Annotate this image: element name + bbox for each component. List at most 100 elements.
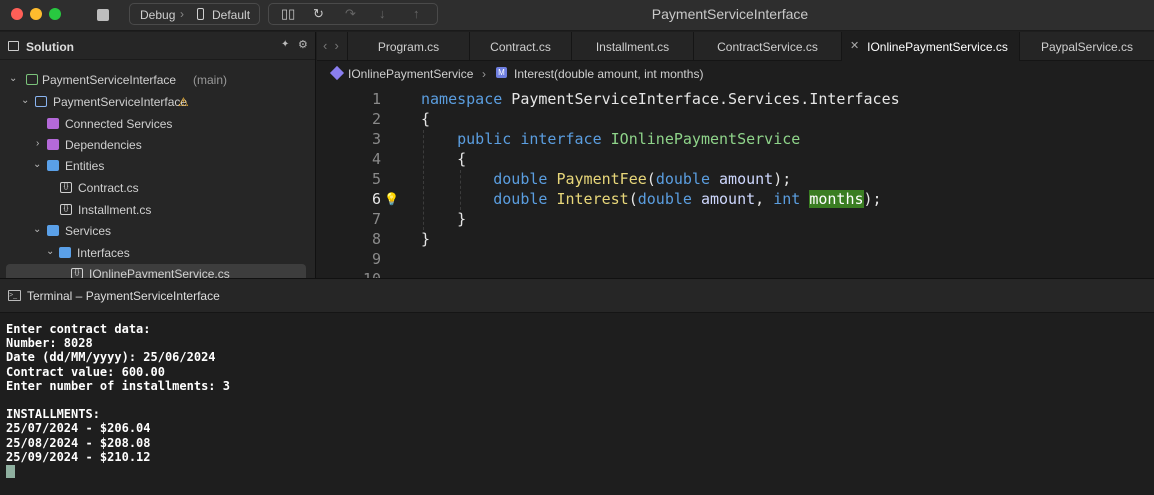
line-number: 2 — [371, 110, 381, 128]
terminal-line: Enter number of installments: 3 — [6, 378, 230, 393]
pause-icon[interactable]: ▯▯ — [281, 6, 295, 22]
close-window-button[interactable] — [11, 8, 23, 20]
chevron-down-icon[interactable]: ⌄ — [33, 159, 41, 170]
project-icon — [35, 96, 47, 107]
line-number: 3 — [371, 130, 381, 148]
tree-item-ionlinepaymentservice-cs[interactable]: {} IOnlinePaymentService.cs — [0, 264, 315, 278]
tab-label: Program.cs — [377, 40, 440, 54]
tree-item-label: IOnlinePaymentService.cs — [89, 267, 230, 278]
breadcrumb-member[interactable]: Interest(double amount, int months) — [514, 67, 703, 81]
terminal-line: Enter contract data: — [6, 322, 151, 336]
tree-item-interfaces[interactable]: ⌄ Interfaces — [0, 243, 315, 264]
terminal-line: 25/09/2024 - $210.12 — [6, 449, 151, 464]
tree-item-contract-cs[interactable]: {} Contract.cs — [0, 178, 315, 199]
line-number: 1 — [371, 90, 381, 108]
tab-ionlinepaymentservice-cs[interactable]: ✕ IOnlinePaymentService.cs — [841, 32, 1019, 61]
line-number: 5 — [371, 170, 381, 188]
chevron-down-icon[interactable]: ⌄ — [46, 246, 54, 257]
tree-item-connected-services[interactable]: Connected Services — [0, 114, 315, 135]
line-number: 8 — [371, 230, 381, 248]
csharp-file-icon: {} — [71, 268, 83, 278]
line-number: 9 — [371, 250, 381, 268]
tree-item-services[interactable]: ⌄ Services — [0, 221, 315, 242]
code-line: namespace PaymentServiceInterface.Servic… — [421, 90, 900, 108]
terminal-icon: >_ — [8, 290, 21, 301]
pin-icon[interactable]: ✦ — [281, 39, 289, 50]
stop-icon[interactable] — [97, 9, 109, 21]
editor-pane: ‹ › Program.cs Contract.cs Installment.c… — [317, 32, 1154, 278]
tab-label: ContractService.cs — [717, 40, 818, 54]
solution-icon — [8, 41, 19, 51]
tree-item-project[interactable]: ⌄ PaymentServiceInterface ⚠ — [0, 92, 315, 113]
tab-paypalservice-cs[interactable]: PaypalService.cs — [1019, 32, 1154, 61]
tree-item-installment-cs[interactable]: {} Installment.cs — [0, 200, 315, 221]
terminal-line: Contract value: 600.00 — [6, 364, 165, 379]
method-icon: M — [496, 67, 507, 78]
terminal-line: 25/07/2024 - $206.04 — [6, 421, 151, 436]
chevron-right-icon: › — [482, 67, 486, 81]
debug-toolbar: ▯▯ ↻ ↷ ↓ ↑ — [268, 3, 438, 25]
terminal-line: Date (dd/MM/yyyy): 25/06/2024 — [6, 350, 216, 365]
folder-icon — [47, 225, 59, 236]
chevron-down-icon[interactable]: ⌄ — [33, 224, 41, 235]
line-number: 10 — [357, 270, 381, 278]
breadcrumb: IOnlinePaymentService › M Interest(doubl… — [317, 62, 1154, 86]
tree-item-label: Contract.cs — [78, 181, 139, 195]
folder-icon — [47, 160, 59, 171]
step-out-icon[interactable]: ↑ — [413, 6, 420, 21]
build-config-label: Debug — [140, 8, 176, 22]
tab-label: IOnlinePaymentService.cs — [867, 40, 1008, 54]
terminal-cursor — [6, 464, 15, 478]
solution-pad-header: Solution ✦ ⚙ — [0, 32, 315, 60]
lightbulb-icon[interactable]: 💡 — [384, 192, 399, 206]
tree-item-label: Services — [65, 224, 112, 238]
tree-item-label: Installment.cs — [78, 203, 152, 217]
line-number-current: 6 — [371, 190, 381, 208]
tab-label: PaypalService.cs — [1040, 40, 1134, 54]
tree-item-label: Dependencies — [65, 138, 142, 152]
tab-label: Contract.cs — [490, 40, 551, 54]
device-icon — [197, 8, 204, 20]
tree-item-label: Entities — [65, 159, 105, 173]
solution-pad: Solution ✦ ⚙ ⌄ PaymentServiceInterface (… — [0, 32, 316, 278]
terminal-title: Terminal – PaymentServiceInterface — [27, 289, 220, 303]
tree-item-entities[interactable]: ⌄ Entities — [0, 156, 315, 177]
tree-item-label: Interfaces — [77, 246, 130, 260]
tree-item-label: PaymentServiceInterface — [53, 95, 188, 109]
restart-icon[interactable]: ↻ — [313, 6, 324, 22]
terminal-output[interactable]: Enter contract data: Number: 8028 Date (… — [0, 314, 1154, 495]
minimize-window-button[interactable] — [30, 8, 42, 20]
step-into-icon[interactable]: ↓ — [379, 6, 386, 21]
chevron-right-icon[interactable]: › — [36, 138, 39, 149]
tab-contractservice-cs[interactable]: ContractService.cs — [693, 32, 841, 61]
tree-item-solution[interactable]: ⌄ PaymentServiceInterface (main) — [0, 70, 315, 91]
breadcrumb-interface[interactable]: IOnlinePaymentService — [348, 67, 473, 81]
connected-services-icon — [47, 118, 59, 129]
tree-item-dependencies[interactable]: › Dependencies — [0, 135, 315, 156]
maximize-window-button[interactable] — [49, 8, 61, 20]
gear-icon[interactable]: ⚙ — [298, 38, 308, 51]
tab-contract-cs[interactable]: Contract.cs — [469, 32, 571, 61]
chevron-down-icon[interactable]: ⌄ — [21, 95, 29, 106]
line-number: 4 — [371, 150, 381, 168]
window-title: PaymentServiceInterface — [651, 6, 809, 22]
tab-program-cs[interactable]: Program.cs — [347, 32, 469, 61]
code-line: { — [421, 150, 467, 168]
solution-icon — [26, 74, 38, 85]
terminal-line: 25/08/2024 - $208.08 — [6, 435, 151, 450]
dependencies-icon — [47, 139, 59, 150]
chevron-down-icon[interactable]: ⌄ — [9, 73, 17, 84]
tab-installment-cs[interactable]: Installment.cs — [571, 32, 693, 61]
configuration-selector[interactable]: Debug › Default — [129, 3, 260, 25]
csharp-file-icon: {} — [60, 182, 72, 193]
chevron-right-icon: › — [180, 7, 184, 21]
tab-navigation-arrows[interactable]: ‹ › — [323, 38, 339, 53]
step-over-icon[interactable]: ↷ — [345, 6, 356, 22]
code-line: } — [421, 230, 431, 248]
warning-icon: ⚠ — [178, 95, 189, 109]
title-bar: Debug › Default ▯▯ ↻ ↷ ↓ ↑ PaymentServic… — [0, 0, 1154, 31]
close-tab-icon[interactable]: ✕ — [850, 39, 859, 52]
terminal-line: INSTALLMENTS: — [6, 407, 100, 422]
solution-pad-title: Solution — [26, 40, 74, 54]
code-line: double PaymentFee(double amount); — [493, 170, 792, 188]
